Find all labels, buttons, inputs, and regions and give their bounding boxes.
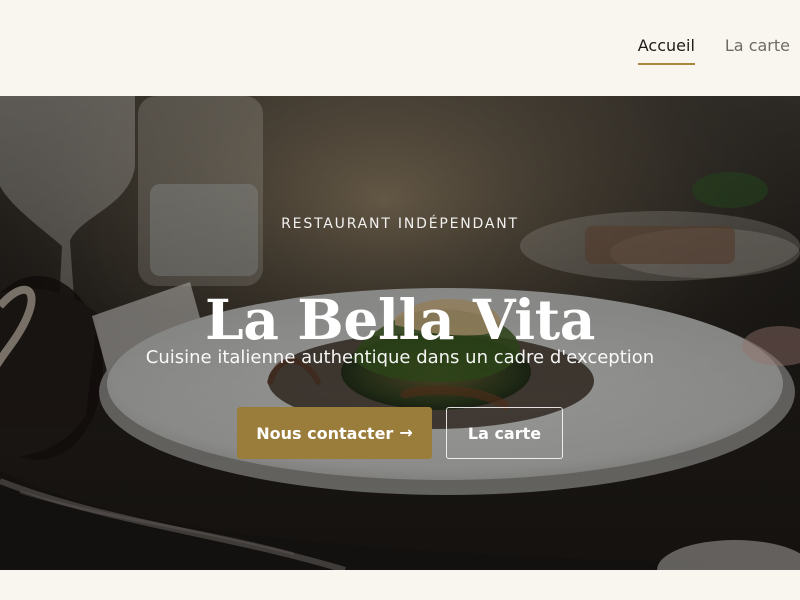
nav-link-home[interactable]: Accueil [637, 36, 695, 65]
menu-button[interactable]: La carte [446, 407, 563, 459]
bottom-page-strip [0, 570, 800, 600]
hero-subtitle: Cuisine italienne authentique dans un ca… [145, 347, 655, 368]
menu-button-label: La carte [467, 423, 542, 443]
hero-section: RESTAURANT INDÉPENDANT La Bella Vita Cui… [0, 96, 800, 570]
contact-button-label: Nous contacter [256, 423, 394, 443]
main-navigation: Accueil La carte [637, 36, 790, 65]
hero-content: RESTAURANT INDÉPENDANT La Bella Vita Cui… [0, 96, 800, 570]
page: Accueil La carte RESTAURANT INDÉPENDANT … [0, 0, 800, 600]
hero-actions: Nous contacter → La carte [0, 407, 800, 459]
arrow-right-icon: → [399, 423, 413, 442]
site-header: Accueil La carte [0, 0, 800, 96]
hero-title: La Bella Vita [205, 286, 595, 352]
nav-link-menu[interactable]: La carte [725, 36, 790, 63]
hero-eyebrow-text: RESTAURANT INDÉPENDANT [281, 216, 519, 232]
contact-button[interactable]: Nous contacter → [237, 407, 432, 459]
